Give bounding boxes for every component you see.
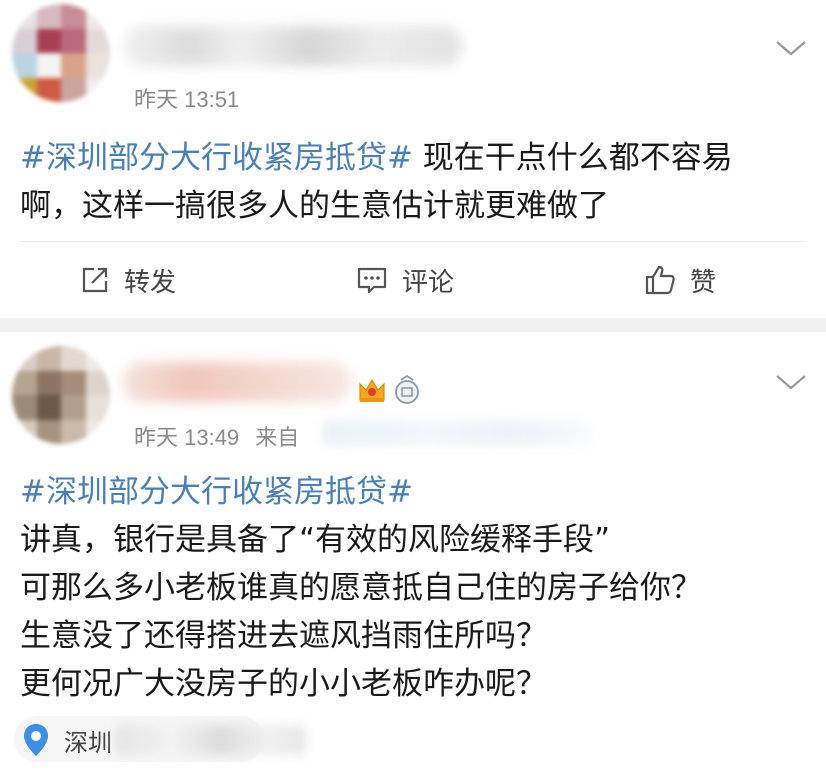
repost-label: 转发 <box>124 267 177 298</box>
comment-icon <box>357 267 387 294</box>
repost-button[interactable]: 转发 <box>80 242 176 318</box>
post-content: #深圳部分大行收紧房抵贷# 现在干点什么都不容易 啊，这样一搞很多人的生意估计就… <box>20 134 733 230</box>
post-text: 更何况广大没房子的小小老板咋办呢？ <box>20 666 547 702</box>
post-text: 生意没了还得搭进去遮风挡雨住所吗？ <box>20 618 547 654</box>
comment-button[interactable]: 评论 <box>356 242 454 318</box>
post-time: 昨天 13:51 <box>134 87 240 112</box>
post-text: 可那么多小老板谁真的愿意抵自己住的房子给你？ <box>20 570 702 606</box>
location-blurred <box>116 725 306 755</box>
post-time-value: 昨天 13:49 <box>134 425 240 450</box>
post-time: 昨天 13:49 来自 <box>134 420 299 452</box>
hashtag-link[interactable]: #深圳部分大行收紧房抵贷# <box>20 468 702 516</box>
chevron-down-icon[interactable] <box>774 38 808 58</box>
username-blurred[interactable] <box>122 26 462 66</box>
source-prefix: 来自 <box>255 425 300 450</box>
location-pin-icon <box>24 724 48 756</box>
post-text: 讲真，银行是具备了“有效的风险缓释手段” <box>20 522 611 558</box>
source-blurred[interactable] <box>322 420 592 446</box>
post-text: 啊，这样一搞很多人的生意估计就更难做了 <box>20 188 609 224</box>
username-blurred[interactable] <box>122 362 352 402</box>
comment-label: 评论 <box>402 267 455 298</box>
avatar[interactable] <box>12 346 110 444</box>
like-button[interactable]: 赞 <box>644 242 716 318</box>
thumbs-up-icon <box>645 265 675 295</box>
post-text: 现在干点什么都不容易 <box>412 140 733 176</box>
repost-icon <box>82 267 108 293</box>
weibo-post-1: 昨天 13:51 #深圳部分大行收紧房抵贷# 现在干点什么都不容易 啊，这样一搞… <box>0 0 826 318</box>
member-badge-icon[interactable] <box>392 374 422 406</box>
location-tag[interactable]: 深圳 <box>22 712 306 768</box>
like-label: 赞 <box>690 267 717 298</box>
action-bar: 转发 评论 赞 <box>0 242 826 318</box>
hashtag-link[interactable]: #深圳部分大行收紧房抵贷# <box>20 140 413 176</box>
chevron-down-icon[interactable] <box>774 372 808 392</box>
avatar[interactable] <box>12 4 110 102</box>
post-separator <box>0 318 826 332</box>
post-content: #深圳部分大行收紧房抵贷# 讲真，银行是具备了“有效的风险缓释手段” 可那么多小… <box>20 468 702 708</box>
crown-badge-icon[interactable] <box>356 374 388 406</box>
location-label: 深圳 <box>64 728 112 757</box>
